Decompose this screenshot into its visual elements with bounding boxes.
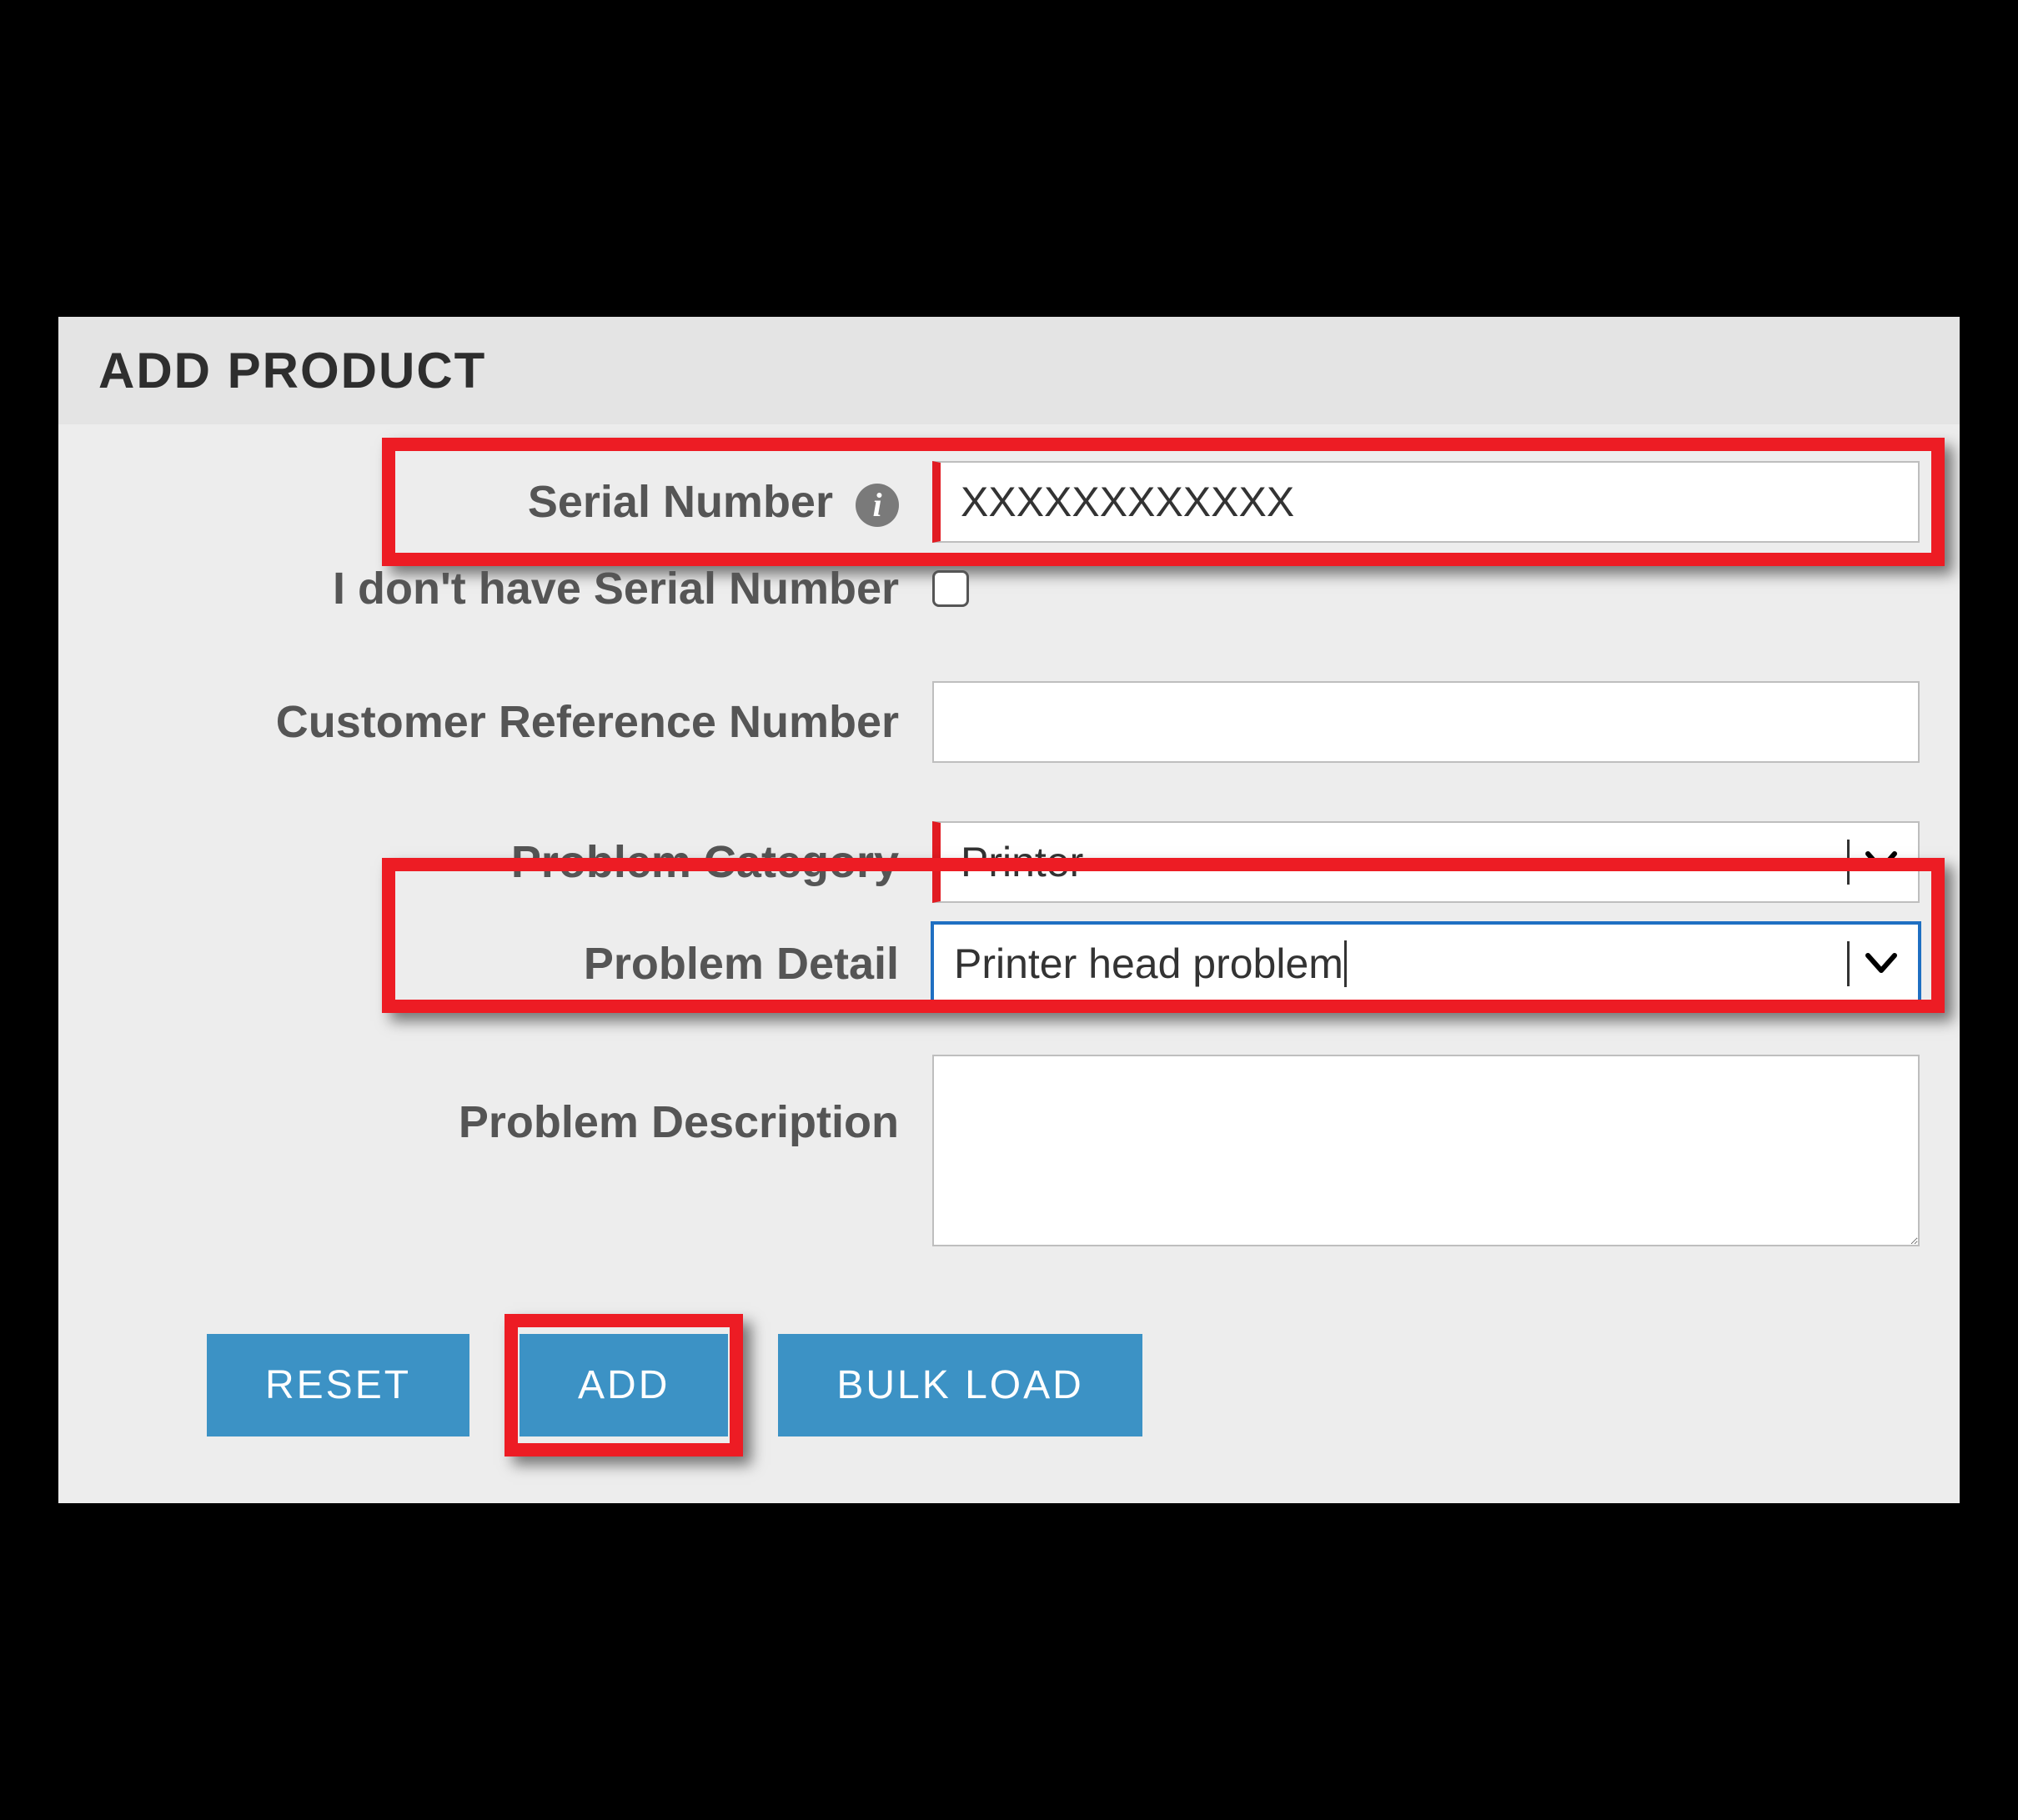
info-icon[interactable]: i (856, 484, 899, 527)
button-bar: RESET ADD BULK LOAD (98, 1334, 1920, 1436)
problem-category-value: Printer (961, 838, 1847, 886)
problem-detail-select[interactable]: Printer head problem (932, 923, 1920, 1005)
problem-category-row: Problem Category Printer (98, 821, 1920, 903)
add-button[interactable]: ADD (520, 1334, 728, 1436)
no-serial-col (932, 570, 1920, 607)
problem-category-col: Printer (932, 821, 1920, 903)
chevron-down-icon (1847, 941, 1898, 986)
reset-button[interactable]: RESET (207, 1334, 469, 1436)
cust-ref-col (932, 681, 1920, 763)
add-product-panel: ADD PRODUCT Serial Number i I don't have… (58, 317, 1960, 1503)
problem-detail-text: Printer head problem (954, 940, 1347, 987)
no-serial-label: I don't have Serial Number (98, 563, 899, 614)
problem-desc-textarea[interactable] (932, 1055, 1920, 1246)
problem-detail-label: Problem Detail (98, 938, 899, 990)
serial-number-label-text: Serial Number (528, 477, 833, 527)
panel-title: ADD PRODUCT (58, 317, 1960, 424)
serial-number-input[interactable] (932, 461, 1920, 543)
no-serial-checkbox[interactable] (932, 570, 969, 607)
problem-detail-value: Printer head problem (954, 940, 1847, 988)
cust-ref-row: Customer Reference Number (98, 681, 1920, 763)
bulk-load-button[interactable]: BULK LOAD (778, 1334, 1142, 1436)
problem-category-label: Problem Category (98, 836, 899, 888)
cust-ref-label: Customer Reference Number (98, 696, 899, 748)
problem-detail-col: Printer head problem (932, 923, 1920, 1005)
problem-group: Problem Category Printer Problem Detail (98, 821, 1920, 1005)
problem-category-select[interactable]: Printer (932, 821, 1920, 903)
cust-ref-input[interactable] (932, 681, 1920, 763)
serial-number-input-col (932, 461, 1920, 543)
problem-detail-row: Problem Detail Printer head problem (98, 923, 1920, 1005)
problem-desc-col (932, 1055, 1920, 1251)
panel-body: Serial Number i I don't have Serial Numb… (58, 424, 1960, 1503)
no-serial-row: I don't have Serial Number (98, 563, 1920, 614)
problem-desc-label: Problem Description (98, 1055, 899, 1148)
problem-desc-row: Problem Description (98, 1055, 1920, 1251)
chevron-down-icon (1847, 840, 1898, 885)
serial-number-label: Serial Number i (98, 476, 899, 528)
add-button-wrap: ADD (520, 1334, 728, 1436)
outer-frame: ADD PRODUCT Serial Number i I don't have… (33, 292, 1985, 1528)
serial-number-row: Serial Number i (98, 461, 1920, 543)
